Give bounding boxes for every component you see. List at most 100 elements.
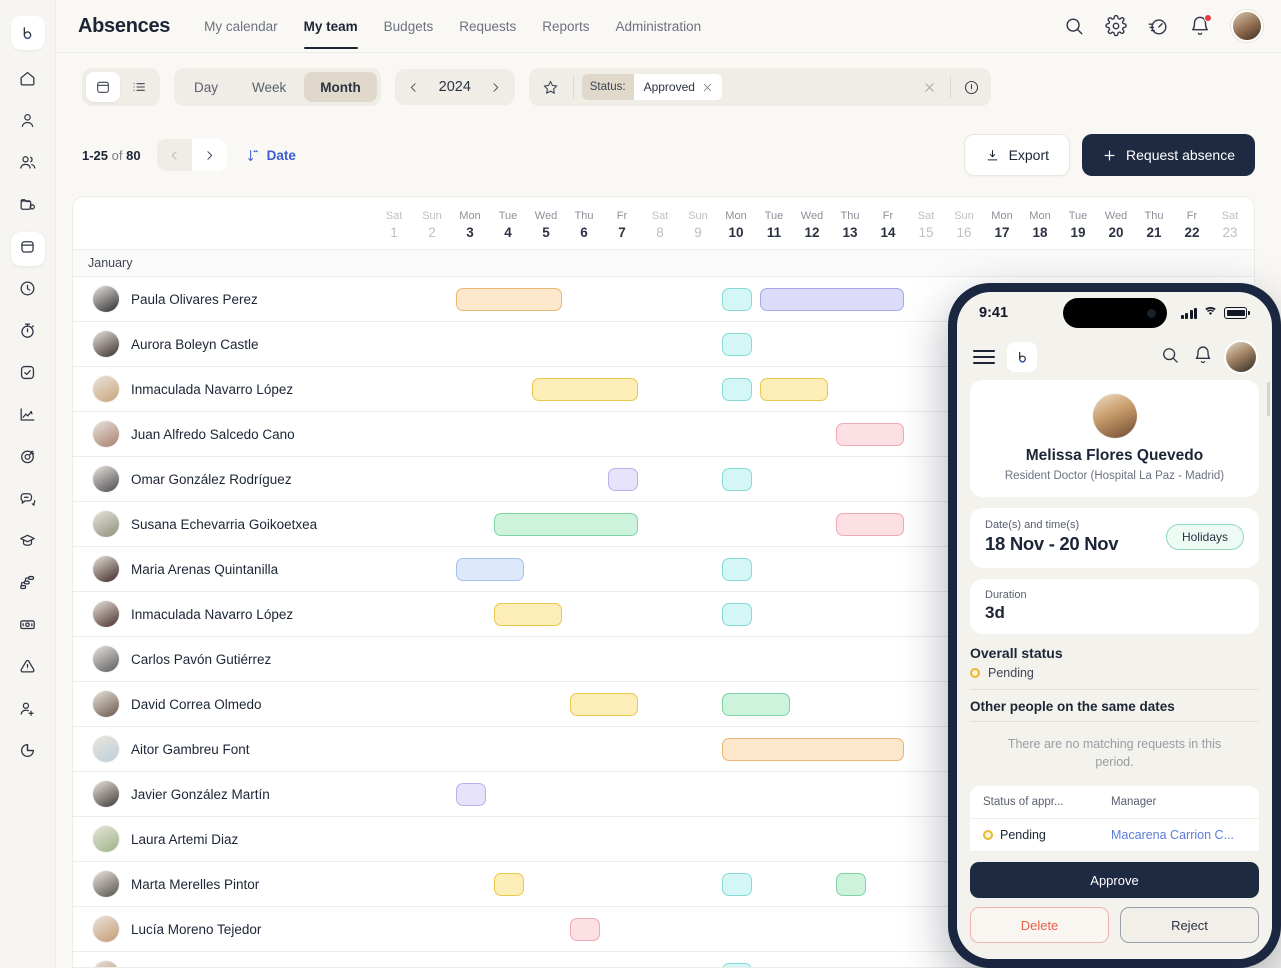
avatar — [93, 556, 119, 582]
day-of-week-label: Fr — [1186, 210, 1198, 222]
absence-bar[interactable] — [722, 872, 752, 896]
scrollbar[interactable] — [1267, 382, 1270, 416]
brand-logo-icon[interactable] — [1007, 342, 1037, 372]
avatar — [1092, 394, 1137, 438]
sidebar-item-clock[interactable] — [11, 274, 45, 308]
phone-content[interactable]: Melissa Flores Quevedo Resident Doctor (… — [957, 380, 1272, 852]
absence-bar[interactable] — [494, 512, 638, 536]
absence-bar[interactable] — [494, 872, 524, 896]
dynamic-island — [1062, 298, 1167, 328]
sidebar-item-reports[interactable] — [11, 736, 45, 770]
request-absence-button[interactable]: Request absence — [1082, 134, 1255, 176]
sidebar-item-profile[interactable] — [11, 106, 45, 140]
absence-bar[interactable] — [760, 287, 904, 311]
export-button[interactable]: Export — [963, 134, 1071, 176]
sidebar-item-goals[interactable] — [11, 442, 45, 476]
sidebar-item-analytics[interactable] — [11, 400, 45, 434]
absence-bar[interactable] — [722, 557, 752, 581]
tab-my-calendar[interactable]: My calendar — [204, 3, 278, 49]
absence-bar[interactable] — [570, 692, 638, 716]
feedback-icon — [18, 489, 37, 513]
absence-bar[interactable] — [608, 467, 638, 491]
range-day-button[interactable]: Day — [178, 72, 234, 102]
search-icon[interactable] — [1160, 345, 1180, 370]
absence-bar[interactable] — [722, 287, 752, 311]
bell-icon[interactable] — [1189, 14, 1212, 37]
absence-bar[interactable] — [722, 962, 752, 967]
absence-bar[interactable] — [836, 872, 866, 896]
day-column-header: Wed 12 — [793, 197, 831, 249]
employee-cell: Aurora Boleyn Castle — [73, 331, 375, 357]
tab-reports[interactable]: Reports — [542, 3, 589, 49]
avatar — [93, 736, 119, 762]
sidebar-item-feedback[interactable] — [11, 484, 45, 518]
sort-button[interactable]: Date — [245, 148, 296, 163]
range-month-button[interactable]: Month — [304, 72, 377, 102]
avatar — [93, 466, 119, 492]
prev-page-button[interactable] — [157, 139, 192, 171]
next-page-button[interactable] — [191, 139, 227, 171]
absence-bar[interactable] — [722, 737, 904, 761]
close-icon[interactable] — [702, 82, 713, 93]
absence-bar[interactable] — [836, 512, 904, 536]
sidebar-item-learning[interactable] — [11, 526, 45, 560]
sidebar-item-timer[interactable] — [11, 316, 45, 350]
gear-icon[interactable] — [1105, 14, 1127, 37]
range-week-button[interactable]: Week — [236, 72, 302, 102]
sidebar-item-hiring[interactable] — [11, 694, 45, 728]
employee-name: Inmaculada Navarro López — [131, 381, 294, 397]
list-view-button[interactable] — [122, 72, 156, 102]
day-of-week-label: Sun — [688, 210, 708, 222]
sidebar-item-people[interactable] — [11, 148, 45, 182]
delete-button[interactable]: Delete — [970, 907, 1109, 943]
sidebar-item-folder[interactable] — [11, 190, 45, 224]
absence-bar[interactable] — [532, 377, 638, 401]
sidebar-item-payroll[interactable] — [11, 610, 45, 644]
absence-bar[interactable] — [456, 557, 524, 581]
profile-icon — [18, 111, 37, 135]
absence-bar[interactable] — [722, 377, 752, 401]
search-icon[interactable] — [1063, 15, 1085, 37]
status-filter-chip[interactable]: Status: Approved — [581, 74, 722, 100]
manager-link[interactable]: Macarena Carrion C... — [1111, 828, 1246, 842]
absence-bar[interactable] — [456, 287, 562, 311]
avatar[interactable] — [1231, 10, 1263, 42]
absence-bar[interactable] — [494, 602, 562, 626]
absence-bar[interactable] — [722, 602, 752, 626]
clear-filters-icon[interactable] — [918, 75, 942, 99]
absence-bar[interactable] — [456, 782, 486, 806]
sidebar-item-alerts[interactable] — [11, 652, 45, 686]
employee-name: Carlos Pavón Gutiérrez — [131, 651, 272, 667]
tab-requests[interactable]: Requests — [459, 3, 516, 49]
prev-year-button[interactable] — [401, 73, 427, 101]
sidebar-item-absences[interactable] — [10, 232, 45, 266]
learning-icon — [18, 531, 37, 555]
day-column-header: Sun 9 — [679, 197, 717, 249]
reject-button[interactable]: Reject — [1120, 907, 1259, 943]
speedometer-icon[interactable] — [1147, 15, 1169, 37]
hamburger-menu-icon[interactable] — [973, 350, 995, 364]
bell-icon[interactable] — [1193, 345, 1213, 370]
tab-budgets[interactable]: Budgets — [384, 3, 434, 49]
tab-my-team[interactable]: My team — [303, 3, 358, 49]
sidebar-item-home[interactable] — [11, 64, 45, 98]
absence-bar[interactable] — [836, 422, 904, 446]
sidebar-item-workflows[interactable] — [11, 568, 45, 602]
absence-bar[interactable] — [760, 377, 828, 401]
absence-bar[interactable] — [722, 692, 790, 716]
favorite-icon[interactable] — [537, 73, 565, 101]
absence-bar[interactable] — [722, 332, 752, 356]
employee-profile-card: Melissa Flores Quevedo Resident Doctor (… — [970, 380, 1259, 497]
info-icon[interactable] — [959, 74, 985, 100]
sidebar-item-tasks[interactable] — [11, 358, 45, 392]
approve-button[interactable]: Approve — [970, 862, 1259, 898]
day-number-label: 4 — [504, 225, 512, 240]
calendar-view-button[interactable] — [86, 72, 120, 102]
avatar[interactable] — [1226, 342, 1256, 372]
absence-bar[interactable] — [570, 917, 600, 941]
next-year-button[interactable] — [483, 73, 509, 101]
tab-administration[interactable]: Administration — [616, 3, 702, 49]
brand-logo-icon[interactable] — [10, 16, 45, 50]
empty-state-message: There are no matching requests in this p… — [1007, 737, 1222, 770]
absence-bar[interactable] — [722, 467, 752, 491]
